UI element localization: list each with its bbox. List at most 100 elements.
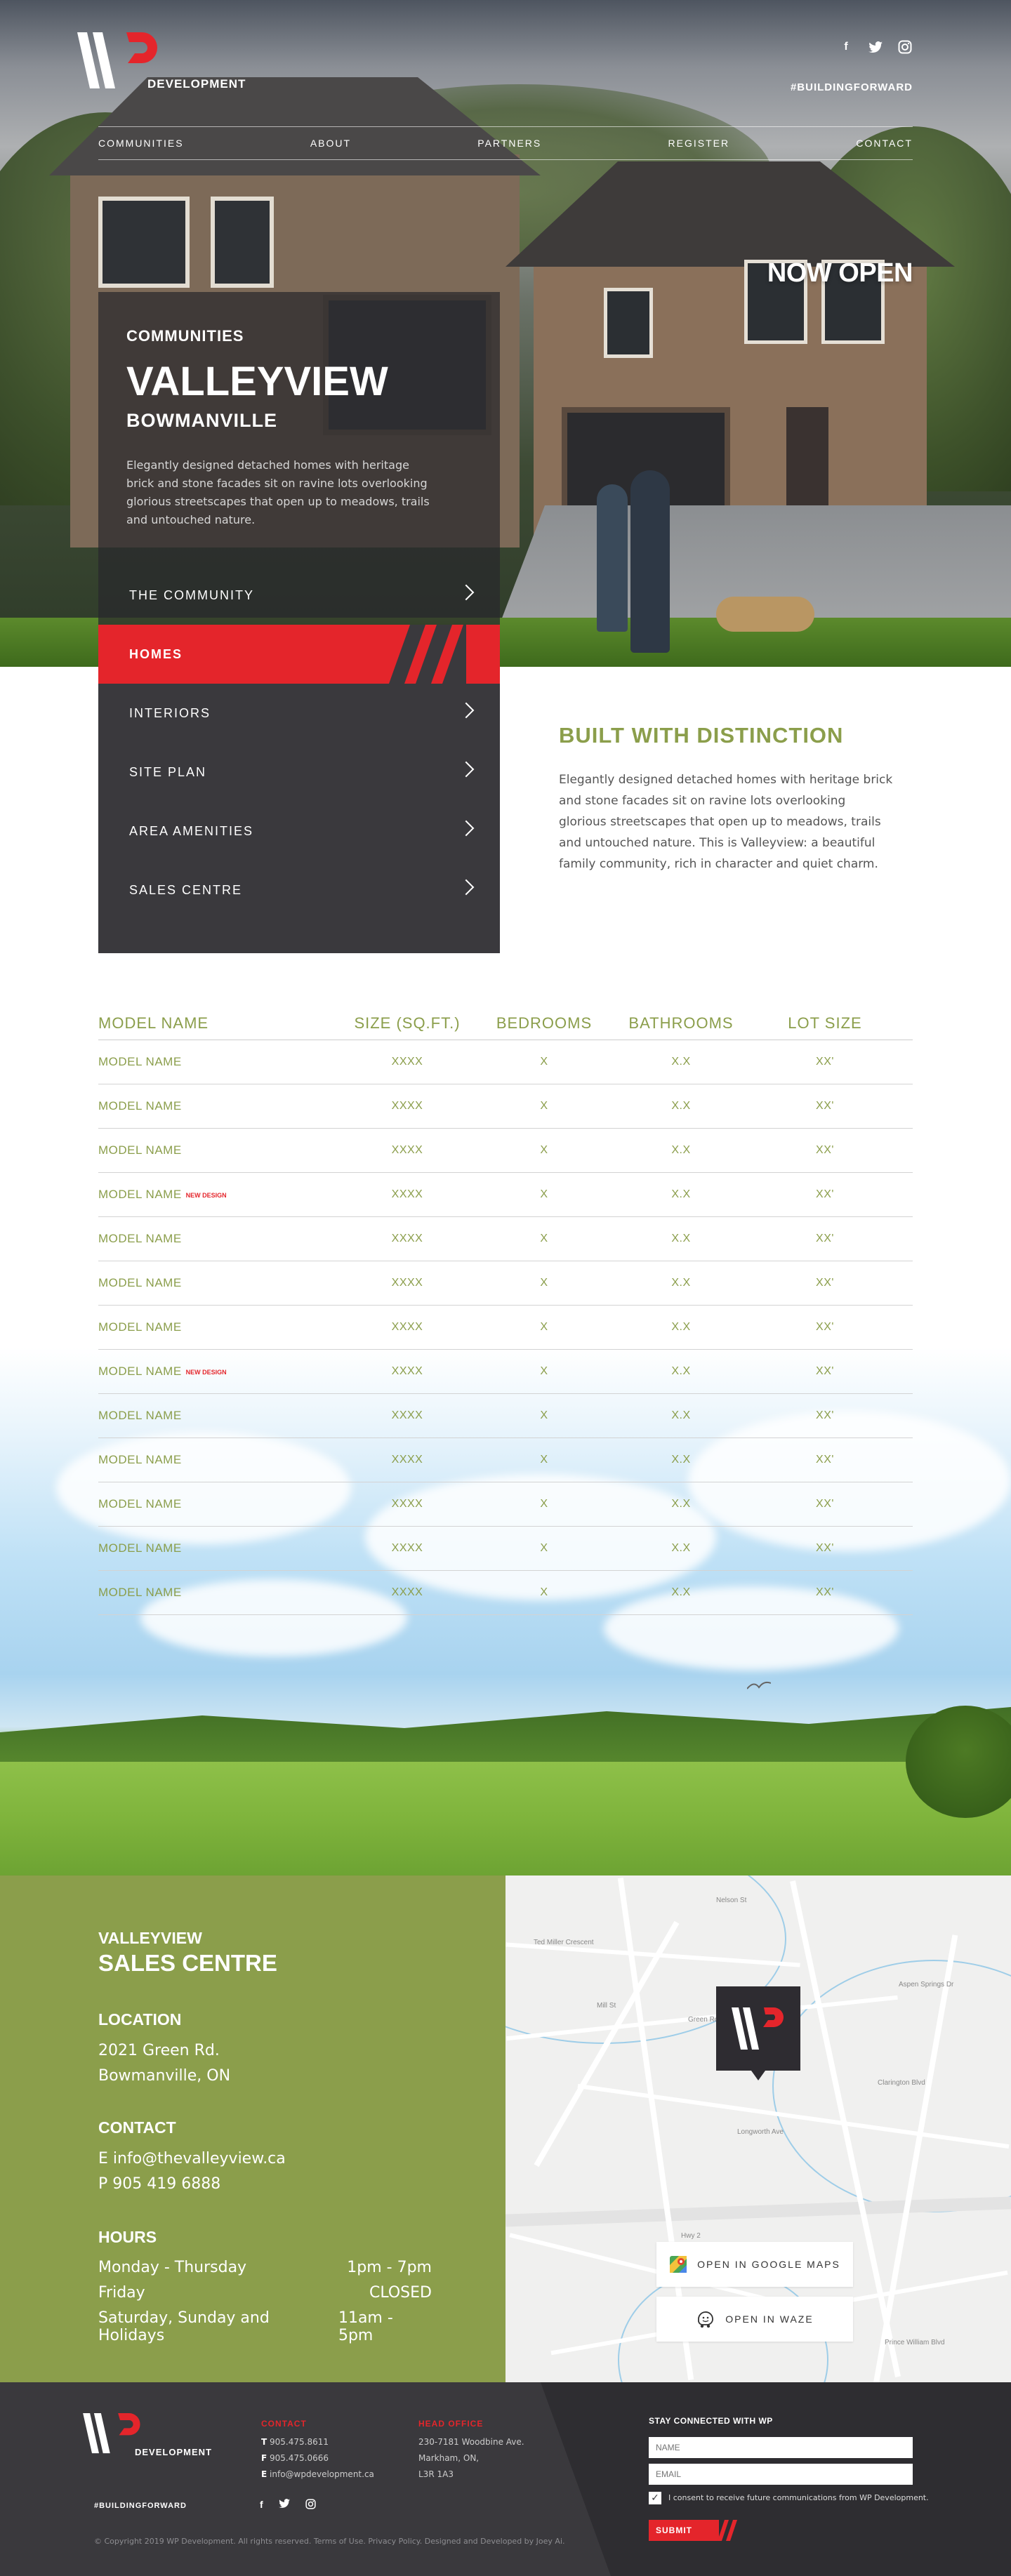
menu-item-the-community[interactable]: THE COMMUNITY [98,566,500,625]
bedrooms-cell: X [540,1188,548,1200]
nav-communities[interactable]: COMMUNITIES [98,138,184,149]
menu-item-sales-centre[interactable]: SALES CENTRE [98,861,500,919]
lot-size-cell: XX' [816,1542,834,1554]
open-waze-button[interactable]: OPEN IN WAZE [656,2297,853,2342]
footer-contact-list: T 905.475.8611 F 905.475.0666 E info@wpd… [261,2434,374,2483]
map-street-label: Longworth Ave [737,2128,784,2136]
lot-size-cell: XX' [816,1188,834,1200]
sales-title: SALES CENTRE [98,1950,277,1976]
size-cell: XXXX [391,1498,423,1510]
open-google-maps-button[interactable]: OPEN IN GOOGLE MAPS [656,2242,853,2287]
table-row[interactable]: MODEL NAME XXXX X X.X XX' [98,1084,913,1129]
menu-item-label: SITE PLAN [129,764,207,779]
address-line-2: Bowmanville, ON [98,2067,231,2085]
size-cell: XXXX [391,1321,423,1333]
house-right-image [505,161,955,540]
newsletter-email-input[interactable] [649,2464,913,2485]
lot-size-cell: XX' [816,1056,834,1068]
menu-item-area-amenities[interactable]: AREA AMENITIES [98,802,500,861]
instagram-icon[interactable] [897,39,913,55]
size-cell: XXXX [391,1277,423,1289]
table-row[interactable]: MODEL NAME XXXX X X.X XX' [98,1527,913,1571]
contact-heading: CONTACT [98,2118,176,2137]
bathrooms-cell: X.X [671,1144,691,1156]
hours-day: Monday - Thursday [98,2259,247,2276]
footer-copyright: © Copyright 2019 WP Development. All rig… [94,2537,565,2546]
consent-checkbox[interactable]: ✓ [649,2492,661,2504]
table-row[interactable]: MODEL NAME XXXX X X.X XX' [98,1217,913,1261]
instagram-icon[interactable] [305,2499,316,2511]
map-street-label: Hwy 2 [681,2232,701,2240]
menu-item-interiors[interactable]: INTERIORS [98,684,500,743]
map-embed[interactable]: Ted Miller Crescent Nelson St Mill St Hw… [505,1875,1011,2382]
header-hashtag: #BUILDINGFORWARD [790,81,913,93]
map-location-pin[interactable] [716,1986,800,2080]
table-row[interactable]: MODEL NAME XXXX X X.X XX' [98,1571,913,1615]
menu-item-label: AREA AMENITIES [129,823,254,838]
bathrooms-cell: X.X [671,1321,691,1333]
table-body: MODEL NAME XXXX X X.X XX' MODEL NAME XXXX X X.X X… [98,1040,913,1615]
table-row[interactable]: MODEL NAME XXXX X X.X XX' [98,1482,913,1527]
map-street-label: Prince William Blvd [885,2339,945,2346]
table-row[interactable]: MODEL NAME XXXX X X.X XX' [98,1438,913,1482]
bathrooms-cell: X.X [671,1056,691,1068]
header-lot-size: LOT SIZE [788,1014,862,1032]
footer-email[interactable]: E info@wpdevelopment.ca [261,2467,374,2483]
twitter-icon[interactable] [868,39,883,55]
twitter-icon[interactable] [278,2499,290,2511]
nav-partners[interactable]: PARTNERS [477,138,541,149]
menu-item-label: THE COMMUNITY [129,587,254,602]
hours-row: Friday CLOSED [98,2284,432,2302]
menu-item-homes[interactable]: HOMES [98,625,500,684]
google-maps-label: OPEN IN GOOGLE MAPS [697,2259,840,2270]
newsletter-name-input[interactable] [649,2437,913,2458]
chevron-right-icon [458,820,475,837]
waze-icon [698,2311,714,2328]
model-name-cell: MODEL NAME [98,1099,182,1113]
footer-social-links: f [260,2499,316,2511]
bedrooms-cell: X [540,1365,548,1377]
model-name-cell: MODEL NAME [98,1232,182,1245]
community-label: COMMUNITIES [126,327,244,345]
nav-contact[interactable]: CONTACT [856,138,913,149]
facebook-icon[interactable]: f [838,39,854,55]
nav-register[interactable]: REGISTER [668,138,730,149]
table-row[interactable]: MODEL NAME XXXX X X.X XX' [98,1394,913,1438]
table-row[interactable]: MODEL NAME XXXX X X.X XX' [98,1040,913,1084]
table-row[interactable]: MODEL NAME NEW DESIGN XXXX X X.X XX' [98,1350,913,1394]
map-street-label: Green Rd [688,2016,719,2024]
submit-button[interactable]: SUBMIT [649,2520,719,2541]
hours-heading: HOURS [98,2228,157,2246]
person-woman [597,484,628,632]
model-name-cell: MODEL NAME NEW DESIGN [98,1188,227,1201]
model-name-cell: MODEL NAME NEW DESIGN [98,1365,227,1378]
chevron-right-icon [458,761,475,778]
contact-phone[interactable]: P 905 419 6888 [98,2172,220,2197]
size-cell: XXXX [391,1100,423,1112]
nav-about[interactable]: ABOUT [310,138,351,149]
table-row[interactable]: MODEL NAME NEW DESIGN XXXX X X.X XX' [98,1173,913,1217]
header-size: SIZE (SQ.FT.) [354,1014,461,1032]
header-bedrooms: BEDROOMS [496,1014,593,1032]
email-prefix: E [98,2150,108,2167]
table-row[interactable]: MODEL NAME XXXX X X.X XX' [98,1306,913,1350]
menu-item-label: INTERIORS [129,705,211,720]
menu-item-site-plan[interactable]: SITE PLAN [98,743,500,802]
table-row[interactable]: MODEL NAME XXXX X X.X XX' [98,1129,913,1173]
size-cell: XXXX [391,1188,423,1200]
bathrooms-cell: X.X [671,1542,691,1554]
lot-size-cell: XX' [816,1100,834,1112]
bathrooms-cell: X.X [671,1100,691,1112]
bedrooms-cell: X [540,1409,548,1421]
map-street-label: Aspen Springs Dr [899,1981,954,1989]
footer-phone[interactable]: T 905.475.8611 [261,2434,374,2450]
stripes-icon [718,2520,737,2541]
contact-email[interactable]: E info@thevalleyview.ca [98,2146,286,2172]
hours-row: Monday - Thursday 1pm - 7pm [98,2259,432,2276]
chevron-right-icon [458,702,475,719]
table-row[interactable]: MODEL NAME XXXX X X.X XX' [98,1261,913,1306]
facebook-icon[interactable]: f [260,2499,263,2511]
header-model-name: MODEL NAME [98,1014,209,1032]
footer-logo-wordmark: DEVELOPMENT [135,2447,212,2457]
bedrooms-cell: X [540,1233,548,1244]
